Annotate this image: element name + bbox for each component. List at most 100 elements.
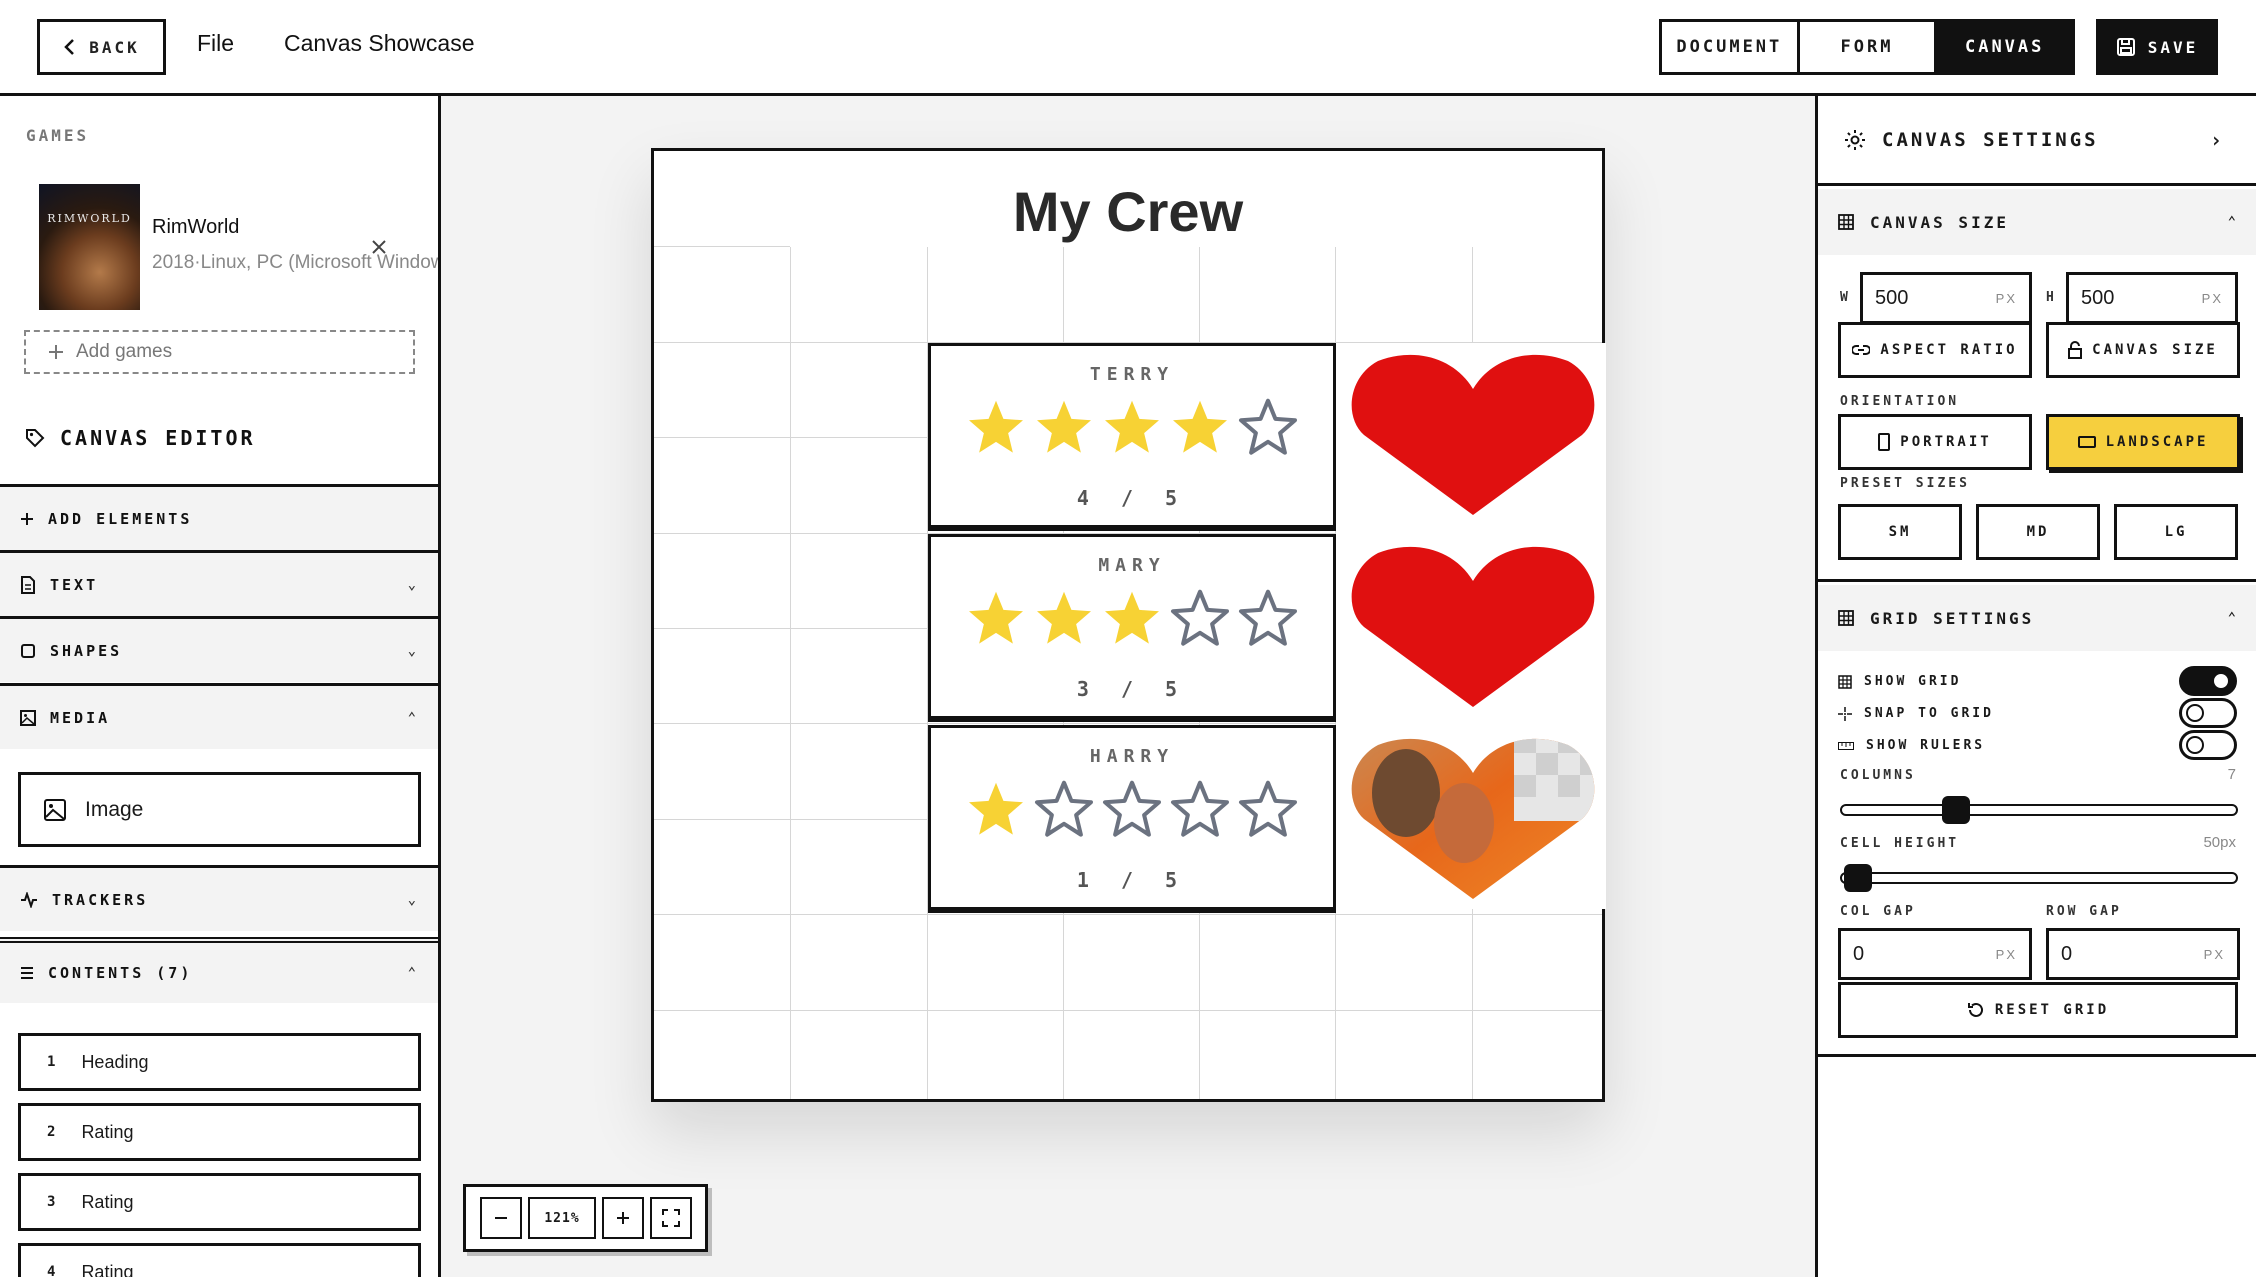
height-input[interactable]: 500 PX bbox=[2066, 272, 2238, 324]
section-media[interactable]: Media ⌃ bbox=[0, 683, 438, 749]
star-filled-icon[interactable] bbox=[1034, 589, 1094, 647]
document-icon bbox=[20, 575, 36, 594]
grid-icon bbox=[1838, 674, 1852, 689]
section-shapes-label: Shapes bbox=[50, 641, 123, 660]
grid-settings-section[interactable]: Grid Settings ⌃ bbox=[1818, 585, 2256, 651]
square-icon bbox=[20, 643, 36, 659]
list-item[interactable]: 3 Rating bbox=[18, 1173, 421, 1231]
star-filled-icon[interactable] bbox=[966, 589, 1026, 647]
list-icon bbox=[20, 966, 34, 980]
cell-height-slider[interactable] bbox=[1840, 864, 2238, 892]
canvas-heading[interactable]: My Crew bbox=[654, 179, 1602, 244]
star-empty-icon[interactable] bbox=[1238, 398, 1298, 456]
col-gap-label: Col Gap bbox=[1840, 904, 1916, 919]
star-filled-icon[interactable] bbox=[1034, 398, 1094, 456]
tab-form[interactable]: Form bbox=[1800, 22, 1938, 72]
rating-score: 3 / 5 bbox=[1076, 677, 1188, 701]
columns-slider[interactable] bbox=[1840, 796, 2238, 824]
star-filled-icon[interactable] bbox=[1102, 398, 1162, 456]
heart-photo-image[interactable] bbox=[1344, 731, 1602, 919]
row-gap-input[interactable]: 0 PX bbox=[2046, 928, 2240, 980]
content-label: Heading bbox=[81, 1051, 149, 1072]
show-rulers-toggle[interactable] bbox=[2179, 730, 2237, 760]
preset-sm-button[interactable]: SM bbox=[1838, 504, 1962, 560]
star-empty-icon[interactable] bbox=[1034, 780, 1094, 838]
show-grid-toggle[interactable] bbox=[2179, 666, 2237, 696]
aspect-ratio-button[interactable]: Aspect Ratio bbox=[1838, 322, 2032, 378]
section-shapes[interactable]: Shapes ⌄ bbox=[0, 616, 438, 682]
rating-name: HARRY bbox=[1089, 746, 1175, 767]
star-filled-icon[interactable] bbox=[1102, 589, 1162, 647]
preset-md-button[interactable]: MD bbox=[1976, 504, 2100, 560]
rating-score: 4 / 5 bbox=[1076, 486, 1188, 510]
portrait-icon bbox=[1878, 433, 1891, 451]
add-image-button[interactable]: Image bbox=[18, 772, 421, 847]
portrait-button[interactable]: Portrait bbox=[1838, 414, 2032, 470]
list-item[interactable]: 4 Rating bbox=[18, 1243, 421, 1277]
content-index: 1 bbox=[47, 1054, 56, 1070]
rating-card[interactable]: MARY 3 / 5 bbox=[928, 534, 1336, 722]
reset-icon bbox=[1967, 1001, 1985, 1019]
canvas-settings-header[interactable]: Canvas Settings › bbox=[1818, 96, 2256, 186]
document-title: Canvas Showcase bbox=[284, 30, 475, 56]
snap-to-grid-toggle[interactable] bbox=[2179, 698, 2237, 728]
star-filled-icon[interactable] bbox=[966, 780, 1026, 838]
canvas-size-button-label: Canvas Size bbox=[2092, 342, 2218, 358]
save-button[interactable]: Save bbox=[2096, 19, 2218, 75]
tag-icon bbox=[24, 427, 46, 449]
star-empty-icon[interactable] bbox=[1102, 780, 1162, 838]
add-games-button[interactable]: Add games bbox=[24, 330, 415, 374]
content-index: 4 bbox=[47, 1264, 56, 1277]
heart-shape[interactable] bbox=[1344, 539, 1602, 727]
width-input[interactable]: 500 PX bbox=[1860, 272, 2032, 324]
show-rulers-label: Show Rulers bbox=[1866, 738, 1986, 753]
star-empty-icon[interactable] bbox=[1238, 589, 1298, 647]
content-label: Rating bbox=[81, 1121, 134, 1142]
games-heading: Games bbox=[26, 126, 90, 145]
section-contents[interactable]: Contents (7) ⌃ bbox=[0, 937, 438, 1003]
landscape-button[interactable]: Landscape bbox=[2046, 414, 2240, 470]
zoom-out-button[interactable] bbox=[480, 1197, 522, 1239]
tab-canvas[interactable]: Canvas bbox=[1937, 22, 2073, 72]
reset-grid-button[interactable]: Reset Grid bbox=[1838, 982, 2238, 1038]
section-trackers[interactable]: Trackers ⌄ bbox=[0, 865, 438, 931]
star-filled-icon[interactable] bbox=[966, 398, 1026, 456]
slider-thumb[interactable] bbox=[1942, 796, 1970, 824]
orientation-label: Orientation bbox=[1840, 394, 1960, 409]
remove-game-button[interactable] bbox=[371, 234, 387, 262]
rating-card[interactable]: HARRY 1 / 5 bbox=[928, 725, 1336, 913]
list-item[interactable]: 1 Heading bbox=[18, 1033, 421, 1091]
fit-screen-button[interactable] bbox=[650, 1197, 692, 1239]
file-menu[interactable]: File bbox=[197, 30, 234, 57]
canvas-board[interactable]: My Crew TERRY 4 / 5 MARY 3 / 5 HARRY 1 /… bbox=[651, 148, 1606, 1102]
width-value: 500 bbox=[1875, 286, 1909, 309]
plus-icon bbox=[615, 1210, 631, 1226]
tab-document[interactable]: Document bbox=[1662, 22, 1800, 72]
slider-thumb[interactable] bbox=[1844, 864, 1872, 892]
section-text-label: Text bbox=[50, 575, 99, 594]
list-item[interactable]: 2 Rating bbox=[18, 1103, 421, 1161]
star-empty-icon[interactable] bbox=[1170, 589, 1230, 647]
section-text[interactable]: Text ⌄ bbox=[0, 550, 438, 616]
star-empty-icon[interactable] bbox=[1170, 780, 1230, 838]
canvas-size-section[interactable]: Canvas Size ⌃ bbox=[1818, 189, 2256, 255]
zoom-level: 121% bbox=[528, 1197, 596, 1239]
section-add-elements-label: Add Elements bbox=[48, 509, 193, 528]
fullscreen-icon bbox=[662, 1209, 680, 1227]
back-button[interactable]: Back bbox=[37, 19, 166, 75]
heart-shape[interactable] bbox=[1344, 347, 1602, 535]
preset-lg-button[interactable]: LG bbox=[2114, 504, 2238, 560]
show-grid-label: Show Grid bbox=[1864, 674, 1962, 689]
row-gap-label: Row Gap bbox=[2046, 904, 2122, 919]
star-filled-icon[interactable] bbox=[1170, 398, 1230, 456]
col-gap-input[interactable]: 0 PX bbox=[1838, 928, 2032, 980]
chevron-down-icon: ⌄ bbox=[407, 576, 419, 593]
star-empty-icon[interactable] bbox=[1238, 780, 1298, 838]
zoom-in-button[interactable] bbox=[602, 1197, 644, 1239]
lock-canvas-size-button[interactable]: Canvas Size bbox=[2046, 322, 2240, 378]
rating-card[interactable]: TERRY 4 / 5 bbox=[928, 343, 1336, 531]
cell-height-value: 50px bbox=[2203, 834, 2236, 851]
close-icon bbox=[371, 239, 387, 255]
landscape-icon bbox=[2077, 436, 2096, 448]
section-add-elements[interactable]: Add Elements bbox=[0, 484, 438, 550]
